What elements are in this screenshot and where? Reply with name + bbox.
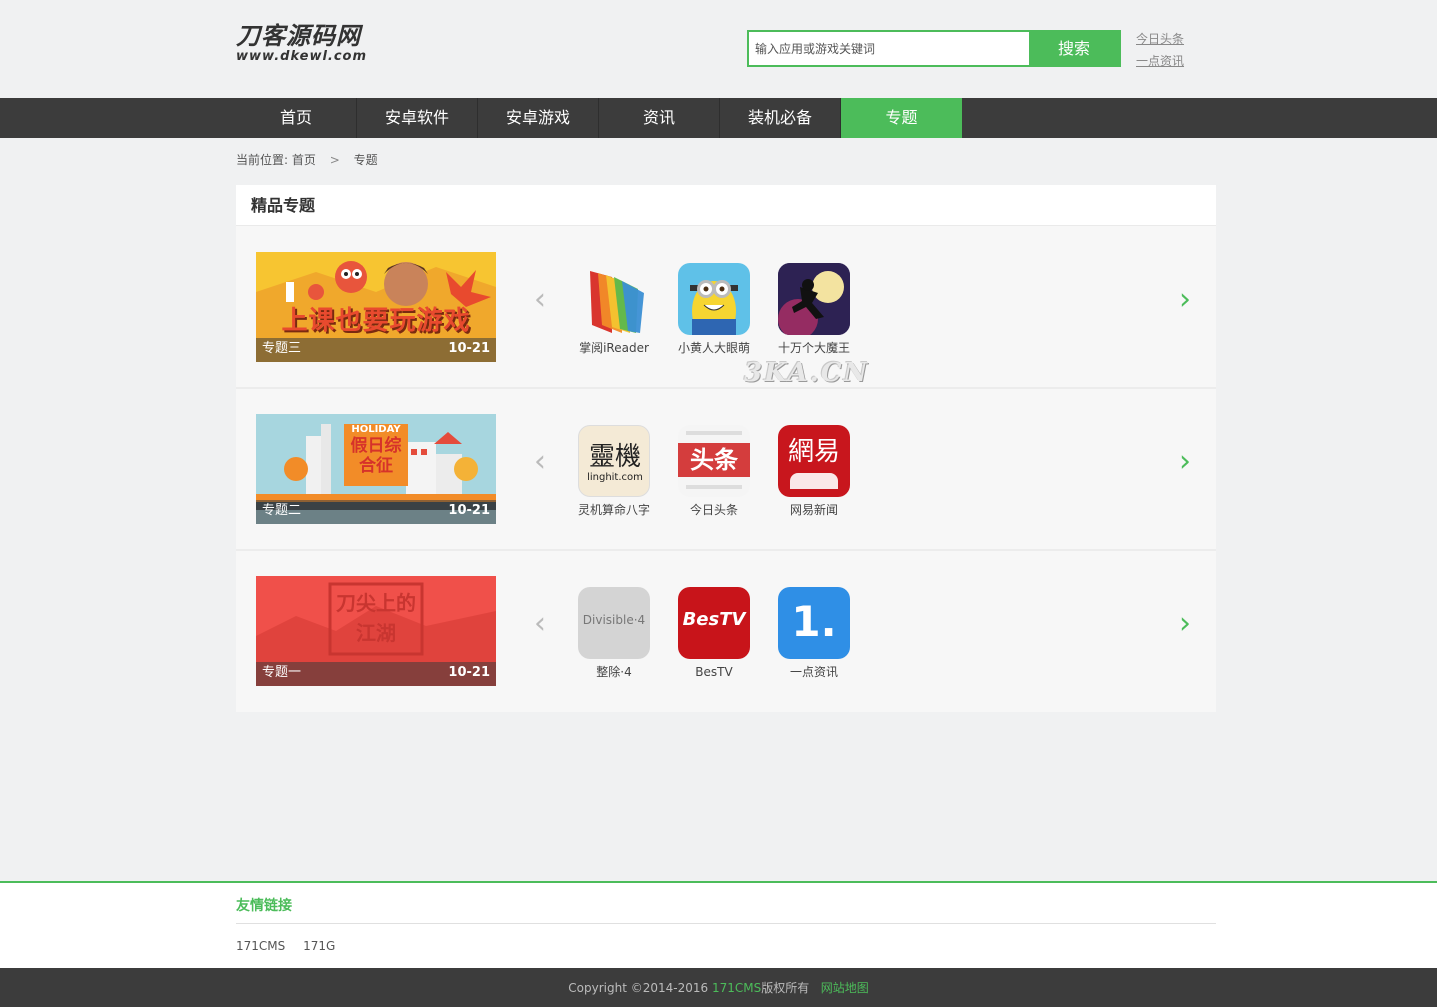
nav-item-android-games[interactable]: 安卓游戏 [478,98,599,138]
app-item[interactable]: 掌阅iReader [570,263,658,355]
nav-item-news[interactable]: 资讯 [599,98,720,138]
footer: Copyright ©2014-2016 171CMS版权所有 网站地图 [0,968,1437,1007]
lingji-icon: 靈機 linghit.com [578,425,650,497]
prev-arrow-icon[interactable]: ‹ [534,609,546,639]
demon-king-icon [778,263,850,335]
topic-banner[interactable]: 刀尖上的江湖 专题一 10-21 [256,576,496,686]
rights-text: 版权所有 [761,981,810,995]
next-arrow-icon[interactable]: › [1179,447,1191,477]
app-name: BesTV [695,665,733,679]
topics-panel: 精品专题 上课也要玩游戏 专题三 10-21 ‹ 掌阅iReader 小黄人大眼… [236,185,1216,712]
app-item[interactable]: Divisible·4 整除·4 [570,587,658,679]
logo-text-cn: 刀客源码网 [236,21,361,50]
app-name: 网易新闻 [789,503,838,517]
watermark: 3KA.CN [744,358,870,388]
app-name: 掌阅iReader [579,341,649,355]
friend-link[interactable]: 171CMS [236,939,285,953]
friend-links-list: 171CMS 171G [236,939,349,953]
panel-title: 精品专题 [236,185,1216,226]
breadcrumb-separator: > [329,153,340,167]
site-header: 刀客源码网 www.dkewl.com 搜索 今日头条 一点资讯 [0,0,1437,98]
topic-row: 上课也要玩游戏 专题三 10-21 ‹ 掌阅iReader 小黄人大眼萌 十万个… [236,227,1216,389]
app-item[interactable]: 头条 今日头条 [670,425,758,517]
topic-banner-title: 上课也要玩游戏 [281,306,471,336]
app-item[interactable]: 1. 一点资讯 [770,587,858,679]
topic-date: 10-21 [448,341,490,356]
netease-icon: 網易 [778,425,850,497]
site-logo[interactable]: 刀客源码网 www.dkewl.com [236,22,386,68]
topic-caption: 专题一 10-21 [256,662,496,686]
app-name: 十万个大魔王 [777,341,850,355]
app-name: 一点资讯 [789,665,838,679]
divisible-icon: Divisible·4 [578,587,650,659]
divider [236,923,1216,924]
friend-links-section: 友情链接 171CMS 171G [0,881,1437,968]
topic-name: 专题一 [262,665,302,680]
bestv-icon: BesTV [678,587,750,659]
topic-name: 专题二 [262,503,302,518]
sitemap-link[interactable]: 网站地图 [821,981,869,995]
topic-banner-subtitle: HOLIDAY [351,424,401,435]
topic-row: HOLIDAY 假日综合征 专题二 10-21 ‹ 靈機 linghit.com… [236,389,1216,551]
search-box: 搜索 [747,30,1121,67]
topic-caption: 专题二 10-21 [256,500,496,524]
app-item[interactable]: 靈機 linghit.com 灵机算命八字 [570,425,658,517]
prev-arrow-icon[interactable]: ‹ [534,447,546,477]
friend-links-title: 友情链接 [236,898,292,914]
lingji-icon-subtext: linghit.com [587,472,643,483]
next-arrow-icon[interactable]: › [1179,285,1191,315]
brand-link[interactable]: 171CMS [712,981,761,995]
topic-banner-title: 刀尖上的江湖 [336,591,416,645]
next-arrow-icon[interactable]: › [1179,609,1191,639]
app-item[interactable]: 小黄人大眼萌 [670,263,758,355]
minion-icon [678,263,750,335]
nav-item-android-software[interactable]: 安卓软件 [357,98,478,138]
hot-link-yidian[interactable]: 一点资讯 [1136,50,1184,72]
netease-icon-text: 網易 [787,437,840,467]
app-name: 整除·4 [596,665,632,679]
toutiao-icon-text: 头条 [690,446,738,474]
nav-item-essentials[interactable]: 装机必备 [720,98,841,138]
topic-banner-title: 假日综合征 [350,436,402,476]
toutiao-icon: 头条 [678,425,750,497]
logo-text-en: www.dkewl.com [236,49,368,64]
main-nav: 首页 安卓软件 安卓游戏 资讯 装机必备 专题 [0,98,1437,138]
copyright-text: Copyright ©2014-2016 [568,981,712,995]
app-name: 小黄人大眼萌 [677,341,750,355]
hot-link-toutiao[interactable]: 今日头条 [1136,28,1184,50]
topic-row: 刀尖上的江湖 专题一 10-21 ‹ Divisible·4 整除·4 BesT… [236,551,1216,713]
breadcrumb-label: 当前位置: [236,153,289,167]
lingji-icon-text: 靈機 [588,442,641,472]
nav-item-home[interactable]: 首页 [236,98,357,138]
breadcrumb: 当前位置: 首页 > 专题 [236,152,378,168]
topic-name: 专题三 [262,341,302,356]
friend-link[interactable]: 171G [303,939,335,953]
search-input[interactable] [749,32,1030,65]
topic-date: 10-21 [448,665,490,680]
nav-item-topics[interactable]: 专题 [841,98,962,138]
bestv-icon-text: BesTV [682,609,746,630]
topic-caption: 专题三 10-21 [256,338,496,362]
app-name: 今日头条 [689,503,738,517]
prev-arrow-icon[interactable]: ‹ [534,285,546,315]
topic-banner[interactable]: HOLIDAY 假日综合征 专题二 10-21 [256,414,496,524]
breadcrumb-home[interactable]: 首页 [292,153,316,167]
app-item[interactable]: 十万个大魔王 [770,263,858,355]
divisible-icon-text: Divisible·4 [582,613,646,627]
ireader-icon [578,263,650,335]
yidian-icon: 1. [778,587,850,659]
app-item[interactable]: 網易 网易新闻 [770,425,858,517]
search-button[interactable]: 搜索 [1029,32,1119,65]
yidian-icon-text: 1. [791,597,837,646]
hot-links: 今日头条 一点资讯 [1136,28,1184,72]
breadcrumb-current: 专题 [353,153,378,167]
topic-banner[interactable]: 上课也要玩游戏 专题三 10-21 [256,252,496,362]
topic-date: 10-21 [448,503,490,518]
app-name: 灵机算命八字 [577,503,650,517]
app-item[interactable]: BesTV BesTV [670,587,758,679]
